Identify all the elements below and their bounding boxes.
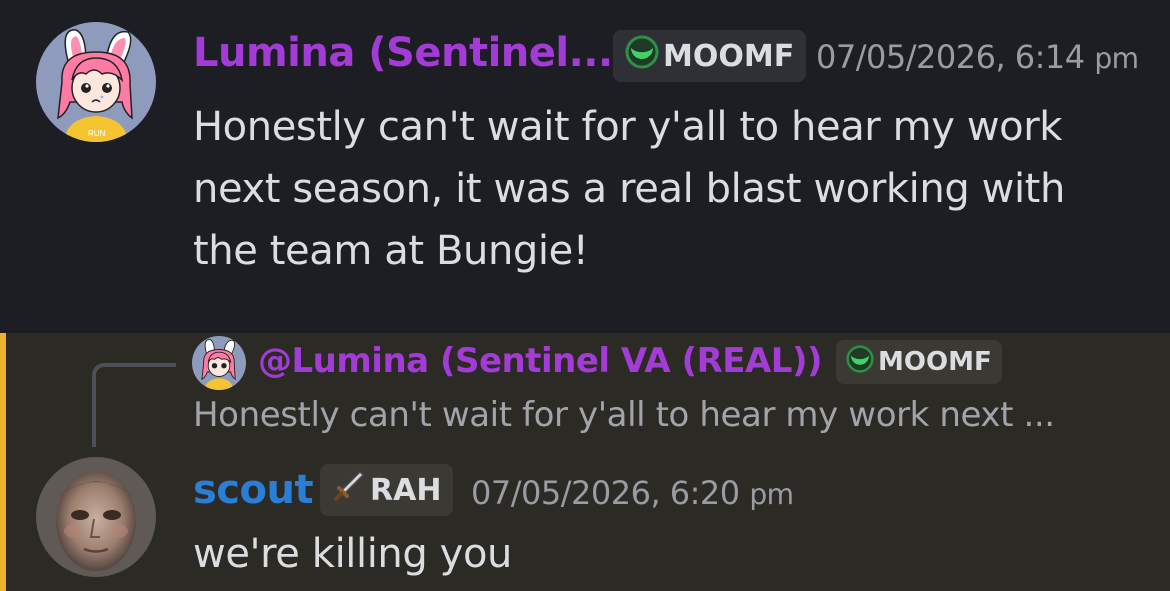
message-lumina: RUN Lumina (Sentinel... MOOMF 07/05/2026… [0,0,1170,333]
reply-username[interactable]: @Lumina (Sentinel VA (REAL)) [258,341,823,381]
timestamp[interactable]: 07/05/2026, 6:20 pm [471,474,794,512]
timestamp-date: 07/05/2026, 6:20 [471,474,740,512]
timestamp-ampm: pm [749,478,794,511]
timestamp-date: 07/05/2026, 6:14 [816,38,1085,76]
tag-label: MOOMF [663,38,795,74]
content-line: next season, it was a real blast working… [193,166,1065,212]
green-moon-icon [625,35,659,77]
tag-label: RAH [370,472,442,508]
message-content: we're killing you [193,531,512,577]
timestamp[interactable]: 07/05/2026, 6:14 pm [816,38,1139,76]
green-moon-icon [846,344,874,380]
tag-label: MOOMF [878,347,992,377]
reply-preview[interactable]: Honestly can't wait for y'all to hear my… [193,395,1055,435]
role-tag-rah[interactable]: RAH [320,464,454,516]
timestamp-ampm: pm [1094,42,1139,75]
role-tag-moomf[interactable]: MOOMF [613,30,807,82]
reply-spine [92,363,176,447]
content-line: Honestly can't wait for y'all to hear my… [193,104,1063,150]
message-scout: @Lumina (Sentinel VA (REAL)) MOOMF Hones… [0,333,1170,591]
username[interactable]: scout [193,467,314,513]
message-content: Honestly can't wait for y'all to hear my… [193,96,1065,282]
sword-icon [332,469,366,511]
mention-highlight-bar [0,333,6,591]
username[interactable]: Lumina (Sentinel... [193,30,613,76]
pink-haired-bunny-girl-avatar[interactable] [192,336,246,390]
content-line: the team at Bungie! [193,228,589,274]
pink-haired-bunny-girl-avatar[interactable]: RUN [36,22,156,142]
svg-text:RUN: RUN [88,129,106,138]
scout-face-avatar[interactable] [36,457,156,577]
reply-role-tag-moomf[interactable]: MOOMF [836,340,1002,384]
